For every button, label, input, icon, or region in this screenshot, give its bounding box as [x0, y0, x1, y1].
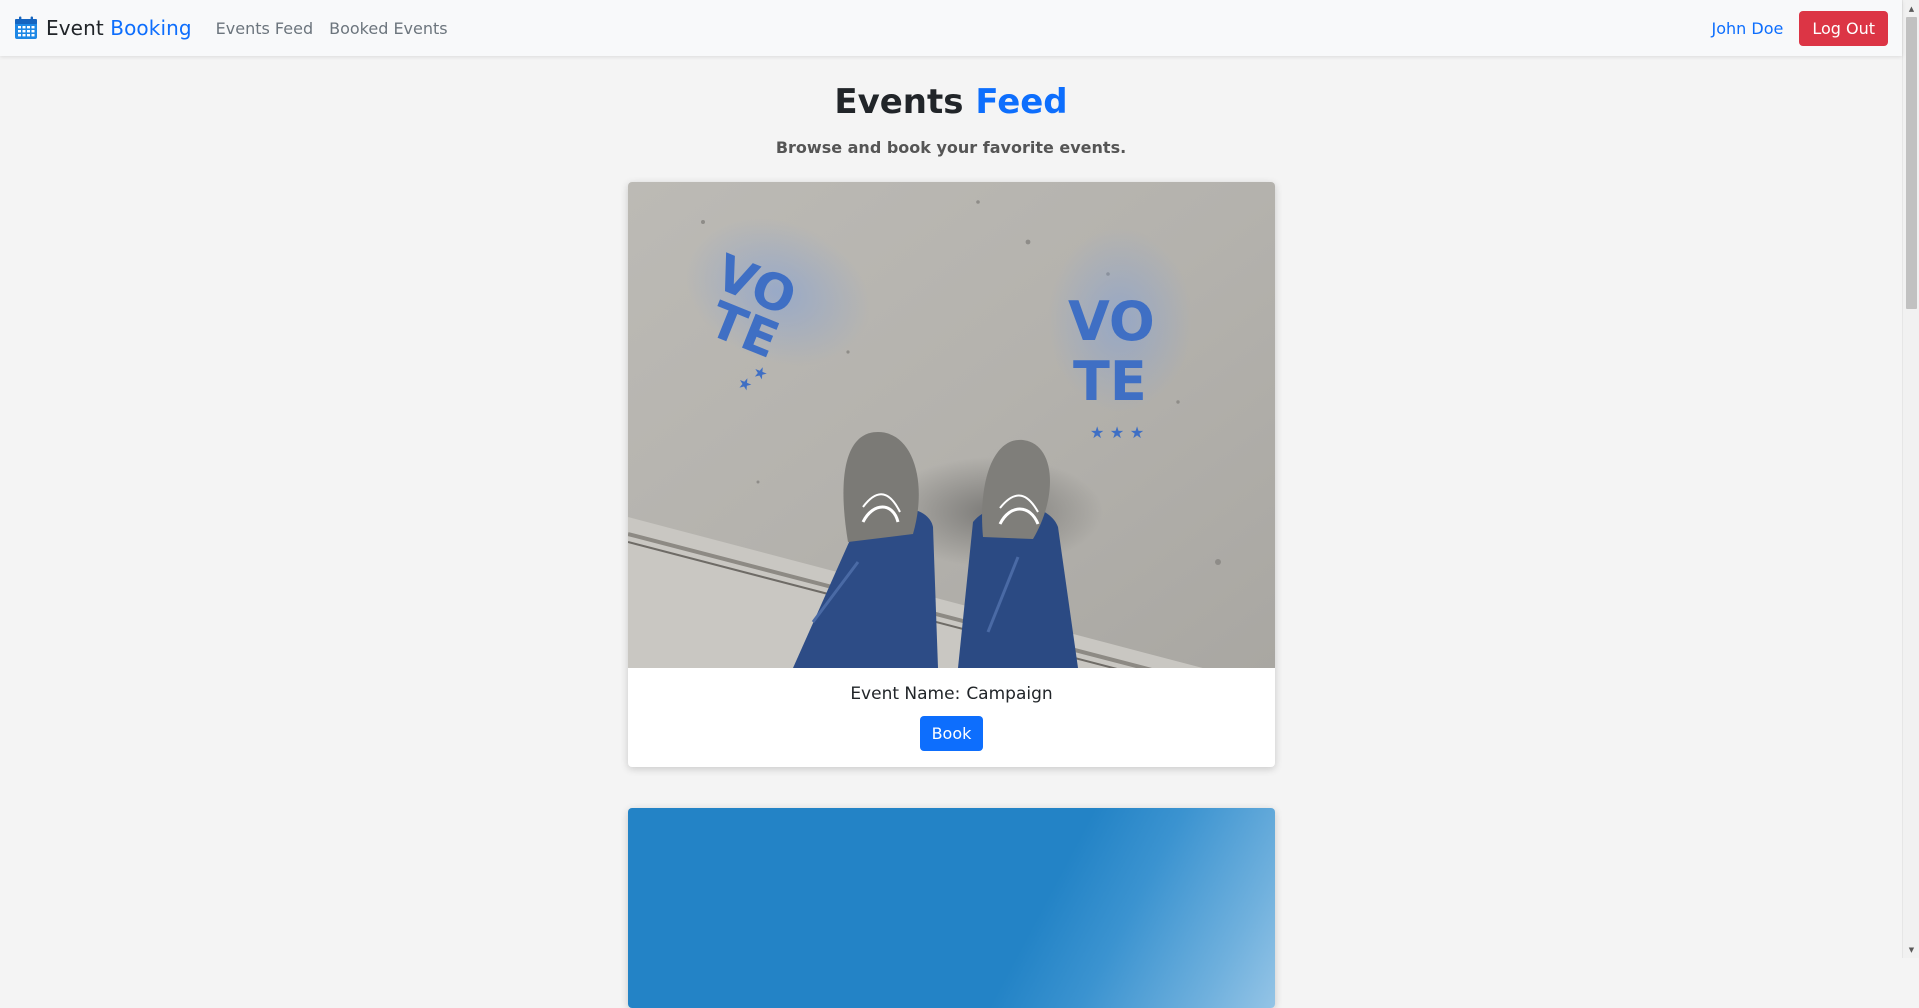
brand-link[interactable]: Event Booking — [14, 16, 192, 40]
user-name-link[interactable]: John Doe — [1712, 19, 1784, 38]
main-content: Events Feed Browse and book your favorit… — [0, 56, 1902, 1008]
nav-links: Events Feed Booked Events — [216, 19, 448, 38]
svg-text:★ ★ ★: ★ ★ ★ — [1090, 423, 1144, 442]
event-card — [628, 808, 1275, 1008]
nav-link-booked-events[interactable]: Booked Events — [329, 19, 448, 38]
nav-link-events-feed[interactable]: Events Feed — [216, 19, 313, 38]
svg-text:VO: VO — [1068, 290, 1155, 353]
brand-accent: Booking — [110, 16, 192, 40]
book-button[interactable]: Book — [919, 716, 984, 751]
event-image: VO TE ★ ★ VO TE ★ ★ ★ — [628, 182, 1275, 668]
event-card: VO TE ★ ★ VO TE ★ ★ ★ Event Name: Campai… — [628, 182, 1275, 767]
page-subtitle: Browse and book your favorite events. — [775, 138, 1127, 157]
svg-text:TE: TE — [1073, 350, 1147, 413]
event-card-body: Event Name: Campaign Book — [628, 668, 1275, 751]
scroll-up-arrow-icon[interactable]: ▲ — [1903, 0, 1919, 17]
top-navbar: Event Booking Events Feed Booked Events … — [0, 0, 1902, 56]
calendar-icon — [15, 16, 37, 39]
brand-main: Event — [46, 16, 104, 40]
logout-button[interactable]: Log Out — [1799, 10, 1888, 46]
page-title-main: Events — [834, 82, 964, 122]
page-title: Events Feed — [0, 82, 1902, 122]
event-image — [628, 808, 1275, 1008]
scrollbar-thumb[interactable] — [1906, 17, 1917, 309]
event-name-label: Event Name: — [850, 684, 961, 704]
page-scrollbar[interactable]: ▲ ▼ — [1902, 0, 1919, 958]
page-title-accent: Feed — [975, 82, 1068, 122]
nav-user-area: John Doe Log Out — [1712, 10, 1888, 46]
event-name-value: Campaign — [966, 684, 1053, 704]
scroll-down-arrow-icon[interactable]: ▼ — [1903, 941, 1919, 958]
brand-name: Event Booking — [46, 16, 192, 40]
event-name: Event Name: Campaign — [628, 684, 1275, 704]
